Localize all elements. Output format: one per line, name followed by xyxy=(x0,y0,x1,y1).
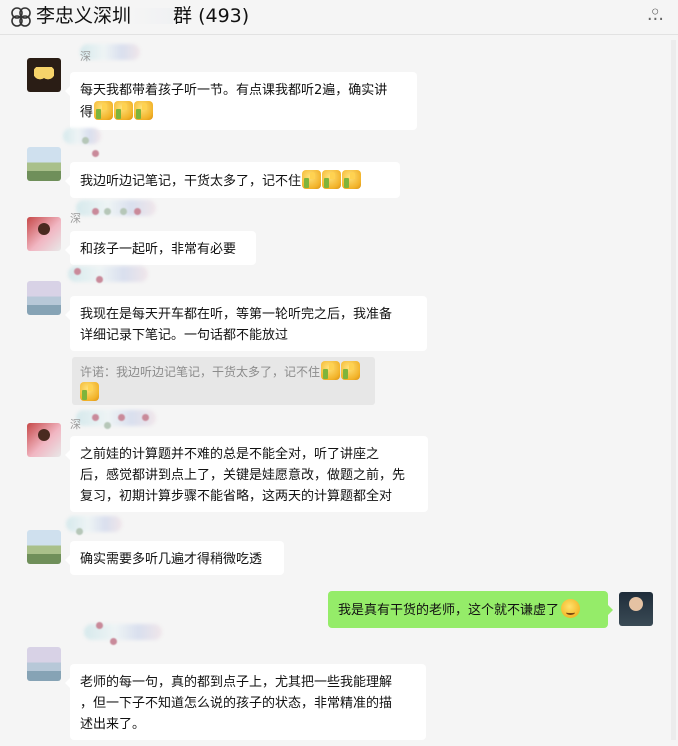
message-bubble[interactable]: 确实需要多听几遍才得稍微吃透 xyxy=(65,541,284,575)
message-bubble[interactable]: 我现在是每天开车都在听，等第一轮听完之后，我准备 详细记录下笔记。一句话都不能放… xyxy=(65,296,427,351)
avatar[interactable] xyxy=(27,147,61,181)
message-text: ，但一下子不知道怎么说的孩子的状态，非常精准的描 xyxy=(80,696,393,711)
message-text: 述出来了。 xyxy=(80,717,146,732)
message-bubble[interactable]: 我边听边记笔记，干货太多了，记不住 xyxy=(65,162,400,198)
avatar[interactable] xyxy=(27,530,61,564)
nickname-blur xyxy=(66,516,122,532)
group-chat-icon xyxy=(11,7,31,27)
thumbs-up-emoji xyxy=(342,170,362,189)
avatar[interactable] xyxy=(27,217,61,251)
avatar[interactable] xyxy=(27,647,61,681)
message-text: 每天我都带着孩子听一节。有点课我都听2遍，确实讲 xyxy=(80,83,388,98)
self-avatar[interactable] xyxy=(619,592,653,626)
thumbs-up-emoji xyxy=(341,361,361,380)
message-text: 我边听边记笔记，干货太多了，记不住 xyxy=(80,174,302,189)
message-text: 详细记录下笔记。一句话都不能放过 xyxy=(80,328,289,343)
chat-title: 李忠义深圳群 (493) xyxy=(36,5,250,27)
message-text: 之前娃的计算题并不难的总是不能全对，听了讲座之 xyxy=(80,447,380,462)
thumbs-up-emoji xyxy=(94,101,114,120)
message-text: 复习，初期计算步骤不能省略，这两天的计算题都全对 xyxy=(80,489,393,504)
thumbs-up-emoji xyxy=(114,101,134,120)
message-text: 得 xyxy=(80,105,94,120)
message-text: 我是真有干货的老师，这个就不谦虚了 xyxy=(338,603,560,618)
smirk-emoji xyxy=(561,599,581,618)
message-bubble[interactable]: 老师的每一句，真的都到点子上，尤其把一些我能理解 ，但一下子不知道怎么说的孩子的… xyxy=(65,664,426,740)
quoted-text: 许诺：我边听边记笔记，干货太多了，记不住 xyxy=(80,365,321,379)
thumbs-up-emoji xyxy=(134,101,154,120)
avatar[interactable] xyxy=(27,58,61,92)
more-options-button[interactable]: ··· xyxy=(647,9,664,30)
message-bubble[interactable]: 和孩子一起听，非常有必要 xyxy=(65,231,256,265)
quoted-reply[interactable]: 许诺：我边听边记笔记，干货太多了，记不住 xyxy=(72,357,375,405)
avatar[interactable] xyxy=(27,423,61,457)
thumbs-up-emoji xyxy=(321,361,341,380)
nickname-blur xyxy=(76,200,156,216)
thumbs-up-emoji xyxy=(322,170,342,189)
chat-header: 李忠义深圳群 (493) ◦ ··· xyxy=(0,0,678,35)
message-bubble[interactable]: 之前娃的计算题并不难的总是不能全对，听了讲座之 后，感觉都讲到点上了，关键是娃愿… xyxy=(65,436,428,512)
message-text: 确实需要多听几遍才得稍微吃透 xyxy=(80,552,263,567)
scrollbar[interactable] xyxy=(671,40,676,740)
message-text: 和孩子一起听，非常有必要 xyxy=(80,242,237,257)
thumbs-up-emoji xyxy=(80,382,99,401)
message-bubble-sent[interactable]: 我是真有干货的老师，这个就不谦虚了 xyxy=(328,591,613,628)
sender-nickname: 深 xyxy=(70,212,81,225)
avatar[interactable] xyxy=(27,281,61,315)
sender-nickname: 深 xyxy=(70,418,81,431)
message-bubble[interactable]: 每天我都带着孩子听一节。有点课我都听2遍，确实讲 得 xyxy=(65,72,417,130)
message-text: 后，感觉都讲到点上了，关键是娃愿意改，做题之前，先 xyxy=(80,468,406,483)
message-text: 老师的每一句，真的都到点子上，尤其把一些我能理解 xyxy=(80,675,393,690)
thumbs-up-emoji xyxy=(302,170,322,189)
sender-nickname: 深 xyxy=(80,50,91,63)
message-text: 我现在是每天开车都在听，等第一轮听完之后，我准备 xyxy=(80,307,393,322)
